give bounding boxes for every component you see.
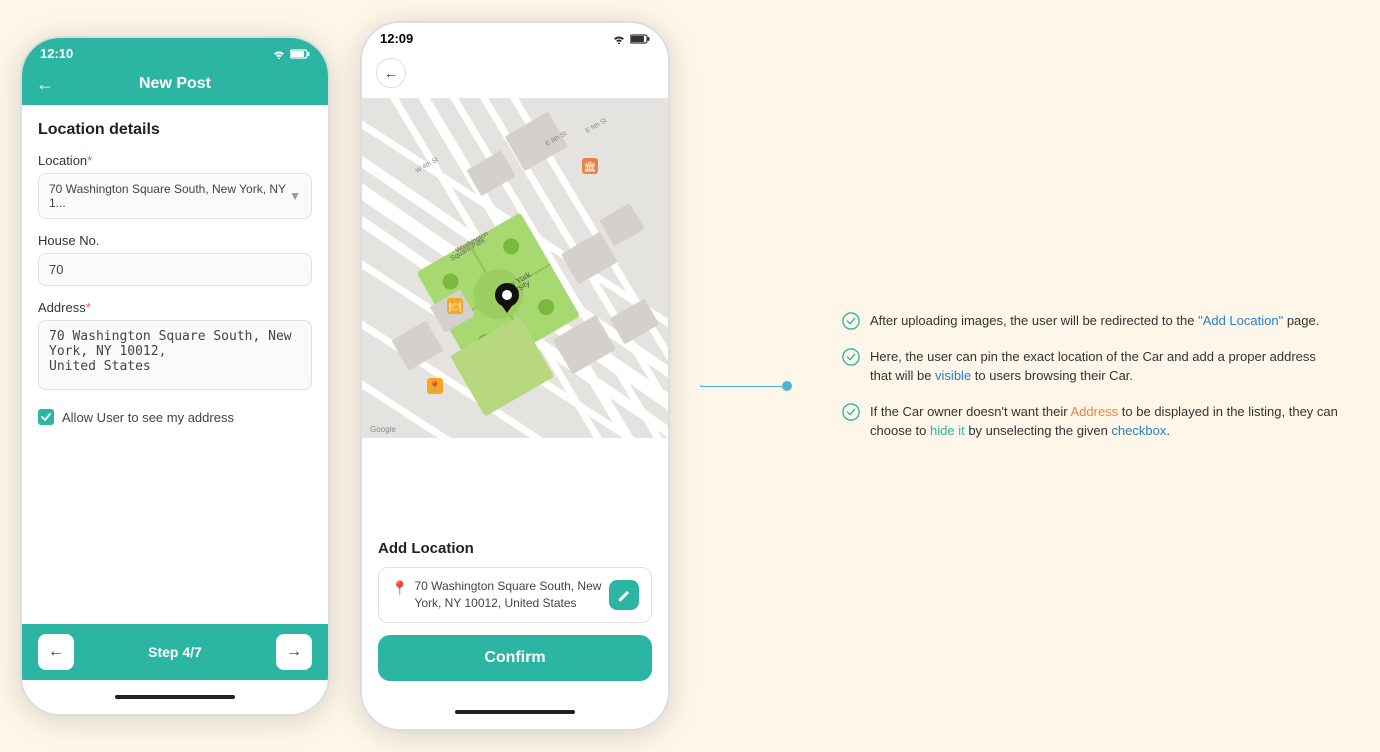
step-label: Step 4/7: [148, 644, 202, 660]
location-pin-icon: 📍: [391, 580, 408, 597]
map-food-icon: 🍽: [447, 298, 463, 314]
house-no-input[interactable]: [38, 253, 312, 286]
phone2-frame: 12:09 ←: [360, 21, 670, 731]
allow-address-checkbox[interactable]: [38, 409, 54, 425]
phone1-back-btn[interactable]: ←: [36, 74, 54, 95]
confirm-btn[interactable]: Confirm: [378, 635, 652, 681]
annotation-area: After uploading images, the user will be…: [822, 291, 1360, 461]
chevron-down-icon: ▼: [289, 189, 301, 203]
annotation-notes: After uploading images, the user will be…: [842, 311, 1340, 441]
svg-text:Google: Google: [370, 425, 396, 434]
page-container: 12:10 ← New Post L: [20, 21, 1360, 731]
note2-text: Here, the user can pin the exact locatio…: [870, 347, 1340, 386]
allow-address-label: Allow User to see my address: [62, 410, 234, 425]
prev-step-btn[interactable]: ←: [38, 634, 74, 670]
phone2-time: 12:09: [380, 31, 413, 46]
note2: Here, the user can pin the exact locatio…: [842, 347, 1340, 386]
location-group: Location* 70 Washington Square South, Ne…: [38, 153, 312, 219]
note1-highlight-add-location: "Add Location": [1198, 313, 1283, 328]
wifi-icon-2: [612, 34, 626, 44]
next-arrow-icon: →: [286, 643, 302, 661]
phone1-status-bar: 12:10: [22, 38, 328, 65]
svg-text:🍽: 🍽: [449, 301, 462, 313]
address-group: Address* 70 Washington Square South, New…: [38, 300, 312, 395]
location-card-left: 📍 70 Washington Square South, New York, …: [391, 578, 609, 612]
home-indicator: [22, 680, 328, 714]
address-label: Address*: [38, 300, 312, 315]
connector-dot-right: [782, 381, 792, 391]
location-address: 70 Washington Square South, New York, NY…: [414, 578, 609, 612]
note1-text: After uploading images, the user will be…: [870, 311, 1319, 331]
edit-location-btn[interactable]: [609, 580, 639, 610]
map-landmark-icon: 🏛: [582, 158, 598, 174]
location-label: Location*: [38, 153, 312, 168]
location-card: 📍 70 Washington Square South, New York, …: [378, 567, 652, 623]
map-area[interactable]: New York University Washington Square Pa…: [362, 98, 668, 526]
phone2-home-indicator: [362, 695, 668, 729]
map-svg: New York University Washington Square Pa…: [362, 98, 668, 438]
check-circle-icon-3: [842, 403, 860, 421]
battery-icon-2: [630, 34, 650, 44]
svg-text:📍: 📍: [429, 380, 441, 393]
edit-icon: [618, 589, 631, 602]
phone1-time: 12:10: [40, 46, 73, 61]
phone1-header: ← New Post: [22, 65, 328, 105]
connector-area: [700, 361, 792, 391]
address-textarea[interactable]: 70 Washington Square South, New York, NY…: [38, 320, 312, 390]
check-circle-icon-2: [842, 348, 860, 366]
check-icon: [41, 413, 51, 421]
note3: If the Car owner doesn't want their Addr…: [842, 402, 1340, 441]
wifi-icon: [272, 49, 286, 59]
phone1-footer: ← Step 4/7 →: [22, 624, 328, 680]
location-select[interactable]: 70 Washington Square South, New York, NY…: [38, 173, 312, 219]
section-title: Location details: [38, 121, 312, 139]
map-marker-icon2: 📍: [427, 378, 443, 394]
house-no-label: House No.: [38, 233, 312, 248]
check-circle-icon-1: [842, 312, 860, 330]
phone1-frame: 12:10 ← New Post L: [20, 36, 330, 716]
note3-text: If the Car owner doesn't want their Addr…: [870, 402, 1340, 441]
note1: After uploading images, the user will be…: [842, 311, 1340, 331]
home-bar: [115, 695, 235, 699]
note3-highlight-checkbox: checkbox: [1111, 423, 1166, 438]
phone2-status-bar: 12:09: [362, 23, 668, 50]
house-no-group: House No.: [38, 233, 312, 286]
phone1-title: New Post: [139, 75, 211, 93]
battery-icon: [290, 49, 310, 59]
phone2-home-bar: [455, 710, 575, 714]
phone1-body: Location details Location* 70 Washington…: [22, 105, 328, 624]
phone2-back-btn[interactable]: ←: [376, 58, 406, 88]
back-arrow-icon: ←: [384, 65, 398, 81]
location-value: 70 Washington Square South, New York, NY…: [49, 182, 289, 210]
prev-arrow-icon: ←: [48, 643, 64, 661]
add-location-panel: Add Location 📍 70 Washington Square Sout…: [362, 526, 668, 695]
add-location-title: Add Location: [378, 540, 652, 557]
svg-text:🏛: 🏛: [584, 161, 597, 173]
phone2-topbar: ←: [362, 50, 668, 98]
note2-highlight-visible: visible: [935, 368, 971, 383]
note3-highlight-address: Address: [1070, 404, 1118, 419]
phone2-status-icons: [612, 34, 650, 44]
next-step-btn[interactable]: →: [276, 634, 312, 670]
allow-address-checkbox-row: Allow User to see my address: [38, 409, 312, 425]
connector-line: [702, 386, 782, 387]
note3-highlight-hide: hide it: [930, 423, 965, 438]
phone1-status-icons: [272, 49, 310, 59]
